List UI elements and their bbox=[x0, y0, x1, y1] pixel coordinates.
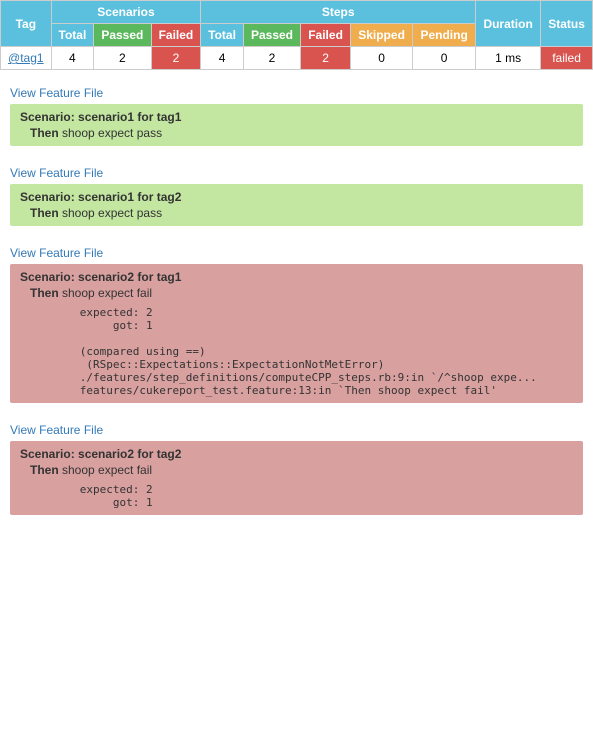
sc-passed-cell: 2 bbox=[94, 47, 151, 70]
scenario-keyword-2: Scenario: bbox=[20, 190, 78, 204]
scenario-section-2: View Feature File Scenario: scenario1 for… bbox=[0, 166, 593, 226]
col-tag-header: Tag bbox=[1, 1, 52, 47]
scenarios-container: View Feature File Scenario: scenario1 for… bbox=[0, 86, 593, 515]
view-feature-link-3[interactable]: View Feature File bbox=[10, 246, 103, 260]
step-keyword-2: Then bbox=[30, 206, 62, 220]
error-details-4: expected: 2 got: 1 bbox=[40, 483, 573, 509]
step-text-2: shoop expect pass bbox=[62, 206, 162, 220]
scenario-title-2: Scenario: scenario1 for tag2 bbox=[20, 190, 573, 204]
col-pending-header: Pending bbox=[413, 24, 476, 47]
scenario-section-1: View Feature File Scenario: scenario1 for… bbox=[0, 86, 593, 146]
scenario-title-4: Scenario: scenario2 for tag2 bbox=[20, 447, 573, 461]
step-text-3: shoop expect fail bbox=[62, 286, 152, 300]
scenarios-group-header: Scenarios bbox=[51, 1, 201, 24]
col-total-header: Total bbox=[51, 24, 94, 47]
table-row: @tag1 4 2 2 4 2 2 0 0 1 ms failed bbox=[1, 47, 593, 70]
scenario-step-2: Then shoop expect pass bbox=[30, 206, 573, 220]
status-cell: failed bbox=[541, 47, 593, 70]
col-st-total-header: Total bbox=[201, 24, 244, 47]
step-text-4: shoop expect fail bbox=[62, 463, 152, 477]
st-failed-cell: 2 bbox=[301, 47, 351, 70]
view-feature-link-2[interactable]: View Feature File bbox=[10, 166, 103, 180]
step-keyword-1: Then bbox=[30, 126, 62, 140]
col-skipped-header: Skipped bbox=[350, 24, 412, 47]
scenario-title-text-4: scenario2 for tag2 bbox=[78, 447, 181, 461]
scenario-section-3: View Feature File Scenario: scenario2 for… bbox=[0, 246, 593, 403]
step-keyword-3: Then bbox=[30, 286, 62, 300]
scenario-title-3: Scenario: scenario2 for tag1 bbox=[20, 270, 573, 284]
st-total-cell: 4 bbox=[201, 47, 244, 70]
view-feature-link-1[interactable]: View Feature File bbox=[10, 86, 103, 100]
steps-group-header: Steps bbox=[201, 1, 476, 24]
scenario-block-3: Scenario: scenario2 for tag1 Then shoop e… bbox=[10, 264, 583, 403]
scenario-keyword-3: Scenario: bbox=[20, 270, 78, 284]
scenario-keyword-4: Scenario: bbox=[20, 447, 78, 461]
sc-failed-cell: 2 bbox=[151, 47, 201, 70]
scenario-block-2: Scenario: scenario1 for tag2 Then shoop e… bbox=[10, 184, 583, 226]
col-status-header: Status bbox=[541, 1, 593, 47]
scenario-step-4: Then shoop expect fail bbox=[30, 463, 573, 477]
tag-cell[interactable]: @tag1 bbox=[1, 47, 52, 70]
scenario-step-3: Then shoop expect fail bbox=[30, 286, 573, 300]
view-feature-link-4[interactable]: View Feature File bbox=[10, 423, 103, 437]
error-details-3: expected: 2 got: 1 (compared using ==) (… bbox=[40, 306, 573, 397]
scenario-block-1: Scenario: scenario1 for tag1 Then shoop e… bbox=[10, 104, 583, 146]
st-passed-cell: 2 bbox=[243, 47, 300, 70]
summary-table: Tag Scenarios Steps Duration Status Tota… bbox=[0, 0, 593, 70]
step-keyword-4: Then bbox=[30, 463, 62, 477]
sc-total-cell: 4 bbox=[51, 47, 94, 70]
skipped-cell: 0 bbox=[350, 47, 412, 70]
scenario-title-text-1: scenario1 for tag1 bbox=[78, 110, 181, 124]
col-passed-header: Passed bbox=[94, 24, 151, 47]
pending-cell: 0 bbox=[413, 47, 476, 70]
col-failed-header: Failed bbox=[151, 24, 201, 47]
step-text-1: shoop expect pass bbox=[62, 126, 162, 140]
scenario-keyword-1: Scenario: bbox=[20, 110, 78, 124]
scenario-step-1: Then shoop expect pass bbox=[30, 126, 573, 140]
col-st-passed-header: Passed bbox=[243, 24, 300, 47]
scenario-title-1: Scenario: scenario1 for tag1 bbox=[20, 110, 573, 124]
scenario-title-text-3: scenario2 for tag1 bbox=[78, 270, 181, 284]
col-duration-header: Duration bbox=[476, 1, 541, 47]
scenario-block-4: Scenario: scenario2 for tag2 Then shoop e… bbox=[10, 441, 583, 515]
col-st-failed-header: Failed bbox=[301, 24, 351, 47]
scenario-title-text-2: scenario1 for tag2 bbox=[78, 190, 181, 204]
duration-cell: 1 ms bbox=[476, 47, 541, 70]
scenario-section-4: View Feature File Scenario: scenario2 for… bbox=[0, 423, 593, 515]
